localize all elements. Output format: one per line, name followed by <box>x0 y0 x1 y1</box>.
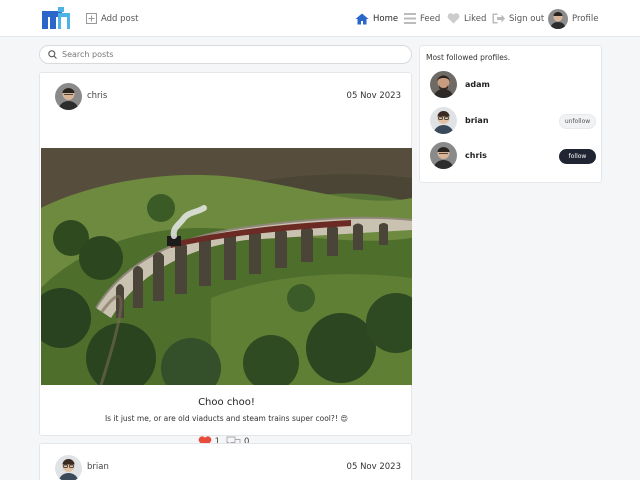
nav-home-label: Home <box>373 13 399 24</box>
profile-row-brian: brian unfollow <box>420 105 603 135</box>
post-title: Choo choo! <box>198 397 255 408</box>
nav-home[interactable]: Home <box>355 0 398 37</box>
nav-liked[interactable]: Liked <box>447 0 486 37</box>
search-input[interactable] <box>62 50 382 59</box>
avatar[interactable] <box>55 83 82 110</box>
sidebar-title: Most followed profiles. <box>426 53 511 62</box>
post-body: Is it just me, or are old viaducts and s… <box>104 414 349 423</box>
post-author[interactable]: brian <box>87 444 109 480</box>
avatar[interactable] <box>55 455 82 480</box>
post-header: brian 05 Nov 2023 <box>40 444 411 480</box>
post-date: 05 Nov 2023 <box>346 462 401 472</box>
profile-row-adam: adam <box>420 69 603 99</box>
avatar[interactable] <box>430 142 457 169</box>
profile-name[interactable]: chris <box>465 140 487 171</box>
feed-icon <box>404 13 416 24</box>
navbar: Add post Home Feed Liked Sign out Profil… <box>0 0 640 37</box>
add-post-icon <box>86 13 97 24</box>
nav-feed-label: Feed <box>420 13 441 24</box>
nav-sign-out-label: Sign out <box>509 13 545 24</box>
post-image[interactable] <box>41 148 412 385</box>
most-followed-sidebar: Most followed profiles. adam brian unfol… <box>419 45 602 183</box>
home-icon <box>355 13 369 24</box>
follow-button[interactable]: follow <box>559 149 596 164</box>
nav-liked-label: Liked <box>464 13 487 24</box>
post-card: brian 05 Nov 2023 <box>39 443 412 480</box>
post-date: 05 Nov 2023 <box>346 91 401 101</box>
nav-add-post[interactable]: Add post <box>86 0 139 37</box>
post-header: chris 05 Nov 2023 <box>40 73 411 120</box>
search-bar[interactable] <box>39 45 412 64</box>
post-author[interactable]: chris <box>87 73 107 120</box>
avatar[interactable] <box>430 71 457 98</box>
search-icon <box>48 50 57 59</box>
profile-name[interactable]: adam <box>465 69 490 100</box>
nav-add-post-label: Add post <box>101 13 139 24</box>
post-card: chris 05 Nov 2023 Choo choo! Is it just … <box>39 72 412 448</box>
avatar <box>548 8 568 29</box>
profile-row-chris: chris follow <box>420 140 603 170</box>
nav-sign-out[interactable]: Sign out <box>492 0 544 37</box>
unfollow-button[interactable]: unfollow <box>559 114 596 129</box>
heart-icon <box>447 13 460 24</box>
avatar[interactable] <box>430 107 457 134</box>
nav-feed[interactable]: Feed <box>404 0 440 37</box>
nav-profile[interactable]: Profile <box>548 0 598 37</box>
app-logo-icon[interactable] <box>42 7 72 29</box>
sign-out-icon <box>492 13 505 24</box>
nav-profile-label: Profile <box>572 13 599 24</box>
profile-name[interactable]: brian <box>465 105 489 136</box>
